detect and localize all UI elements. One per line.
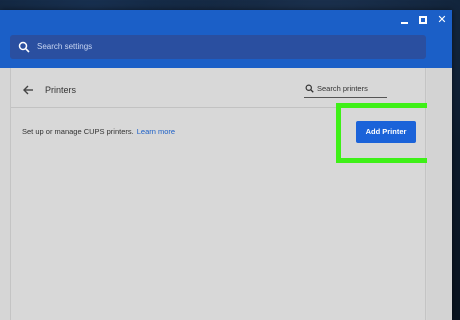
- printers-page: Printers Search printers Set up or manag…: [10, 68, 432, 320]
- learn-more-link[interactable]: Learn more: [137, 127, 175, 136]
- minimize-icon[interactable]: [398, 13, 412, 27]
- description-text: Set up or manage CUPS printers.: [22, 127, 134, 136]
- printers-description: Set up or manage CUPS printers. Learn mor…: [22, 126, 175, 138]
- back-arrow-icon[interactable]: [22, 84, 34, 96]
- maximize-icon[interactable]: [416, 13, 430, 27]
- search-icon: [305, 84, 314, 93]
- close-icon[interactable]: ✕: [435, 13, 449, 27]
- search-settings-input[interactable]: Search settings: [10, 35, 426, 59]
- search-printers-placeholder: Search printers: [317, 84, 368, 93]
- page-title: Printers: [45, 85, 77, 95]
- title-bar: ✕: [0, 10, 452, 30]
- search-printers-input[interactable]: Search printers: [304, 82, 387, 98]
- search-icon: [18, 41, 30, 53]
- settings-window: ✕ Search settings Printers Search printe…: [0, 10, 452, 320]
- right-gutter: [427, 68, 452, 320]
- settings-header: Search settings: [0, 30, 452, 68]
- add-printer-button[interactable]: Add Printer: [356, 121, 416, 143]
- search-settings-placeholder: Search settings: [37, 42, 93, 51]
